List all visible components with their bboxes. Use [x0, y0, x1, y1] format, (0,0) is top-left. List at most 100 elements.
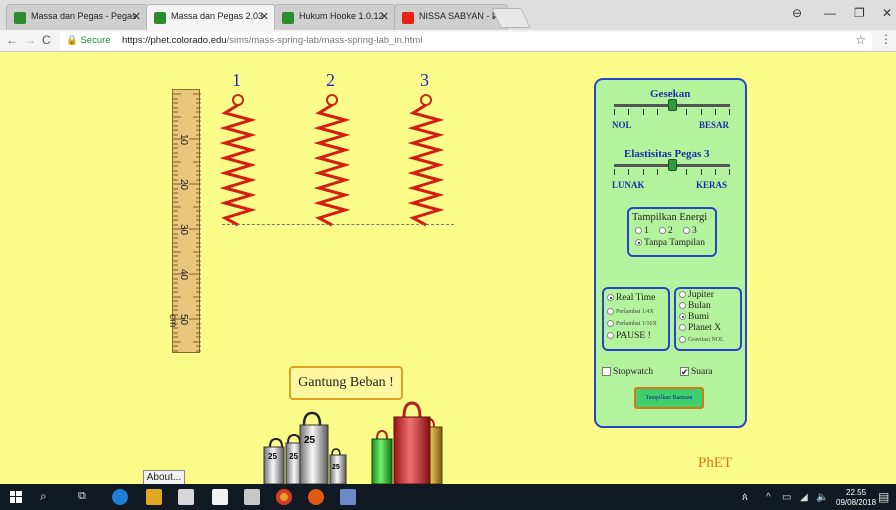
bookmark-star-icon[interactable]: ☆: [855, 33, 866, 47]
photos-icon[interactable]: [340, 489, 356, 505]
taskbar-clock[interactable]: 22.55 09/08/2018: [836, 488, 876, 508]
phet-favicon-icon: [14, 12, 26, 24]
browser-tab-2[interactable]: Massa dan Pegas 2.03 ✕: [146, 4, 276, 30]
gravity-option-jupiter[interactable]: Jupiter: [679, 290, 714, 300]
gravity-option-planet-x[interactable]: Planet X: [679, 323, 721, 333]
about-button[interactable]: About...: [143, 470, 185, 484]
secure-badge[interactable]: 🔒 Secure: [66, 35, 111, 46]
radio-button[interactable]: [683, 227, 690, 235]
checkbox-checked[interactable]: ✔: [680, 367, 689, 377]
mail-icon[interactable]: [212, 489, 228, 505]
chrome-icon[interactable]: [276, 489, 292, 505]
elasticity-slider-thumb[interactable]: [667, 159, 677, 171]
radio-button[interactable]: [635, 227, 642, 235]
radio-button[interactable]: [679, 291, 686, 299]
gravity-option-moon[interactable]: Bulan: [679, 301, 711, 311]
radio-button[interactable]: [679, 324, 686, 332]
task-view-icon[interactable]: ⧉: [78, 490, 86, 503]
file-explorer-icon[interactable]: [146, 489, 162, 505]
browser-tab-3[interactable]: Hukum Hooke 1.0.12 ✕: [274, 4, 396, 30]
ruler-label: 20: [178, 179, 189, 191]
energy-option-none[interactable]: Tanpa Tampilan: [635, 238, 705, 248]
network-icon[interactable]: ▭: [782, 492, 791, 503]
sound-checkbox[interactable]: ✔ Suara: [680, 367, 713, 377]
friction-slider-thumb[interactable]: [667, 99, 677, 111]
minimize-icon[interactable]: —: [824, 6, 836, 20]
radio-button-selected[interactable]: [635, 239, 642, 247]
slider-tick: [657, 109, 658, 115]
volume-icon[interactable]: 🔈: [816, 492, 828, 503]
energy-option-2[interactable]: 2: [659, 226, 673, 236]
gravity-option-earth[interactable]: Bumi: [679, 312, 709, 322]
weight-25g-3[interactable]: 25: [299, 411, 329, 484]
profile-icon[interactable]: ⊖: [792, 6, 802, 20]
weight-25g-1[interactable]: 25: [263, 437, 285, 484]
spring-3[interactable]: [408, 93, 448, 229]
energy-option-3[interactable]: 3: [683, 226, 697, 236]
time-option-label: Perlambat 1/16X: [616, 320, 657, 327]
elasticity-min-label: LUNAK: [612, 180, 645, 190]
wifi-icon[interactable]: ◢: [800, 492, 808, 503]
radio-button[interactable]: [679, 302, 686, 310]
ruler[interactable]: 10 20 30 40 50 cm: [167, 89, 201, 353]
omnibox[interactable]: 🔒 Secure https://phet.colorado.edu/sims/…: [60, 32, 872, 50]
sound-label: Suara: [691, 367, 713, 377]
back-icon[interactable]: ←: [6, 33, 18, 47]
energy-none-label: Tanpa Tampilan: [644, 238, 706, 248]
windows-start-icon[interactable]: [10, 491, 22, 503]
tab-close-icon[interactable]: ✕: [260, 10, 269, 23]
energy-option-1[interactable]: 1: [635, 226, 649, 236]
media-player-icon[interactable]: [244, 489, 260, 505]
gravity-option-label: Gravitasi NOL: [688, 336, 724, 343]
firefox-icon[interactable]: [308, 489, 324, 505]
spring-1[interactable]: [220, 93, 260, 229]
tab-close-icon[interactable]: ✕: [132, 10, 141, 23]
maximize-icon[interactable]: ❐: [854, 6, 865, 20]
checkbox[interactable]: [602, 367, 611, 377]
elasticity-slider[interactable]: [614, 159, 730, 178]
people-icon[interactable]: ጰ: [742, 492, 748, 503]
reload-icon[interactable]: C: [42, 33, 51, 47]
gravity-option-label: Bulan: [688, 301, 711, 311]
weight-25g-4[interactable]: 25: [329, 448, 347, 484]
equilibrium-line[interactable]: [222, 224, 454, 225]
radio-button-selected[interactable]: [607, 294, 614, 302]
show-help-button[interactable]: Tampilkan Bantuan: [634, 387, 704, 409]
radio-button[interactable]: [607, 332, 614, 340]
tab-close-icon[interactable]: ✕: [380, 10, 389, 23]
gravity-option-zero[interactable]: Gravitasi NOL: [679, 336, 724, 343]
mystery-weight-red[interactable]: [393, 401, 431, 484]
stopwatch-checkbox[interactable]: Stopwatch: [602, 367, 653, 377]
time-option-realtime[interactable]: Real Time: [607, 293, 655, 303]
spring-2[interactable]: [314, 93, 354, 229]
friction-slider[interactable]: [614, 99, 730, 118]
edge-browser-icon[interactable]: [112, 489, 128, 505]
radio-button-selected[interactable]: [679, 313, 686, 321]
weight-label: 25: [332, 464, 340, 471]
time-option-sixteenth[interactable]: Perlambat 1/16X: [607, 320, 657, 327]
slider-tick: [715, 109, 716, 115]
notifications-icon[interactable]: ▤: [878, 490, 889, 504]
energy-option-label: 3: [692, 226, 697, 236]
radio-button[interactable]: [607, 308, 614, 315]
time-option-pause[interactable]: PAUSE !: [607, 331, 651, 341]
tray-chevron-icon[interactable]: ^: [766, 492, 771, 503]
phet-logo: PhET: [698, 455, 733, 471]
radio-button[interactable]: [607, 320, 614, 327]
slider-tick: [643, 169, 644, 175]
mystery-weight-green[interactable]: [371, 429, 393, 484]
menu-icon[interactable]: ⋮: [880, 32, 892, 46]
time-option-quarter[interactable]: Perlambat 1/4X: [607, 308, 654, 315]
phet-favicon-icon: [154, 12, 166, 24]
forward-icon[interactable]: →: [24, 33, 36, 47]
url-text[interactable]: https://phet.colorado.edu/sims/mass-spri…: [122, 35, 422, 46]
close-window-icon[interactable]: ✕: [882, 6, 892, 20]
search-icon[interactable]: ⌕: [40, 489, 47, 504]
browser-tab-1[interactable]: Massa dan Pegas - Pegas ✕: [6, 4, 148, 30]
phet-favicon-icon: [282, 12, 294, 24]
ruler-label: 10: [178, 134, 189, 146]
store-icon[interactable]: [178, 489, 194, 505]
url-path: /sims/mass-spring-lab/mass-spring-lab_in…: [226, 35, 423, 46]
radio-button[interactable]: [659, 227, 666, 235]
radio-button[interactable]: [679, 336, 686, 343]
